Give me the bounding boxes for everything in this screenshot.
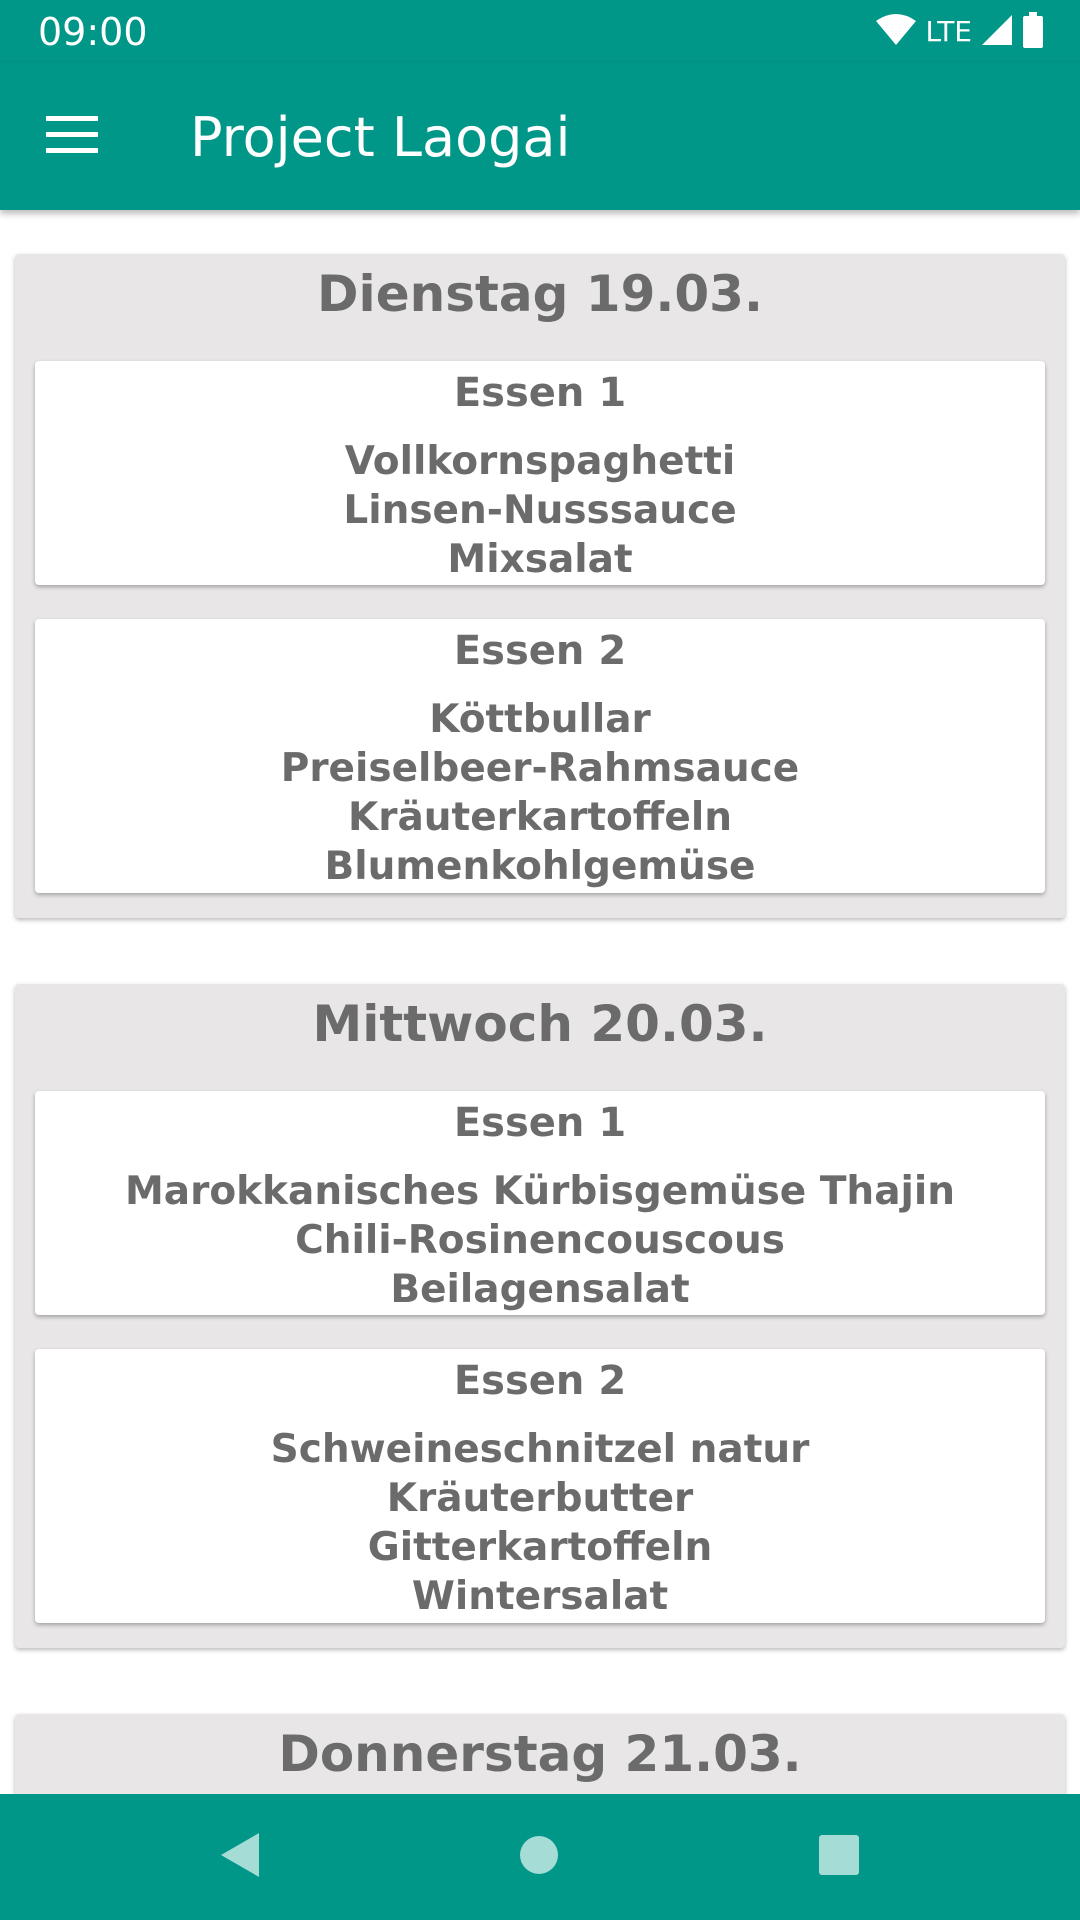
meal-item: Schweineschnitzel natur: [270, 1427, 810, 1472]
meal-item: Mixsalat: [447, 537, 633, 582]
home-icon: [519, 1835, 559, 1880]
meal-item: Kräuterkartoffeln: [348, 795, 732, 840]
wifi-icon: [875, 13, 917, 52]
meal-item: Beilagensalat: [390, 1267, 690, 1312]
menu-list[interactable]: Dienstag 19.03. Essen 1 Vollkornspaghett…: [0, 210, 1080, 1794]
status-time: 09:00: [38, 10, 148, 54]
meal-card: Essen 1 Marokkanisches Kürbisgemüse Thaj…: [35, 1091, 1045, 1315]
network-type-label: LTE: [925, 15, 972, 48]
signal-icon: [980, 13, 1014, 52]
meal-item: Linsen-Nusssauce: [343, 488, 737, 533]
menu-icon: [46, 115, 98, 159]
day-title: Donnerstag 21.03.: [278, 1725, 802, 1783]
status-icons: LTE: [875, 11, 1044, 53]
meal-item: Gitterkartoffeln: [367, 1525, 713, 1570]
day-title: Mittwoch 20.03.: [312, 995, 768, 1053]
day-card: Dienstag 19.03. Essen 1 Vollkornspaghett…: [15, 254, 1065, 918]
meal-card: Essen 2 Schweineschnitzel natur Kräuterb…: [35, 1349, 1045, 1623]
meal-items: Marokkanisches Kürbisgemüse Thajin Chili…: [35, 1167, 1045, 1314]
meal-item: Wintersalat: [411, 1574, 669, 1619]
recents-icon: [818, 1834, 860, 1881]
app-bar: Project Laogai: [0, 63, 1080, 210]
day-card: Donnerstag 21.03.: [15, 1714, 1065, 1794]
app-title: Project Laogai: [190, 106, 571, 169]
meal-item: Blumenkohlgemüse: [324, 844, 756, 889]
navigation-bar: [0, 1794, 1080, 1920]
meal-title: Essen 2: [453, 628, 627, 674]
meal-title: Essen 1: [453, 370, 627, 416]
meal-item: Vollkornspaghetti: [344, 439, 736, 484]
meal-item: Chili-Rosinencouscous: [295, 1218, 785, 1263]
menu-button[interactable]: [34, 103, 110, 171]
meal-items: Köttbullar Preiselbeer-Rahmsauce Kräuter…: [35, 695, 1045, 891]
back-icon: [217, 1831, 261, 1884]
meal-card: Essen 2 Köttbullar Preiselbeer-Rahmsauce…: [35, 619, 1045, 893]
day-card: Mittwoch 20.03. Essen 1 Marokkanisches K…: [15, 984, 1065, 1648]
battery-icon: [1022, 11, 1044, 53]
home-button[interactable]: [506, 1824, 572, 1890]
meal-title: Essen 2: [453, 1358, 627, 1404]
meal-items: Schweineschnitzel natur Kräuterbutter Gi…: [35, 1425, 1045, 1621]
meal-item: Köttbullar: [429, 697, 651, 742]
status-bar: 09:00 LTE: [0, 0, 1080, 63]
meal-title: Essen 1: [453, 1100, 627, 1146]
meal-items: Vollkornspaghetti Linsen-Nusssauce Mixsa…: [35, 437, 1045, 584]
meal-item: Preiselbeer-Rahmsauce: [280, 746, 800, 791]
back-button[interactable]: [206, 1824, 272, 1890]
recents-button[interactable]: [806, 1824, 872, 1890]
meal-card: Essen 1 Vollkornspaghetti Linsen-Nusssau…: [35, 361, 1045, 585]
day-title: Dienstag 19.03.: [317, 265, 763, 323]
meal-item: Marokkanisches Kürbisgemüse Thajin: [124, 1169, 956, 1214]
meal-item: Kräuterbutter: [386, 1476, 694, 1521]
